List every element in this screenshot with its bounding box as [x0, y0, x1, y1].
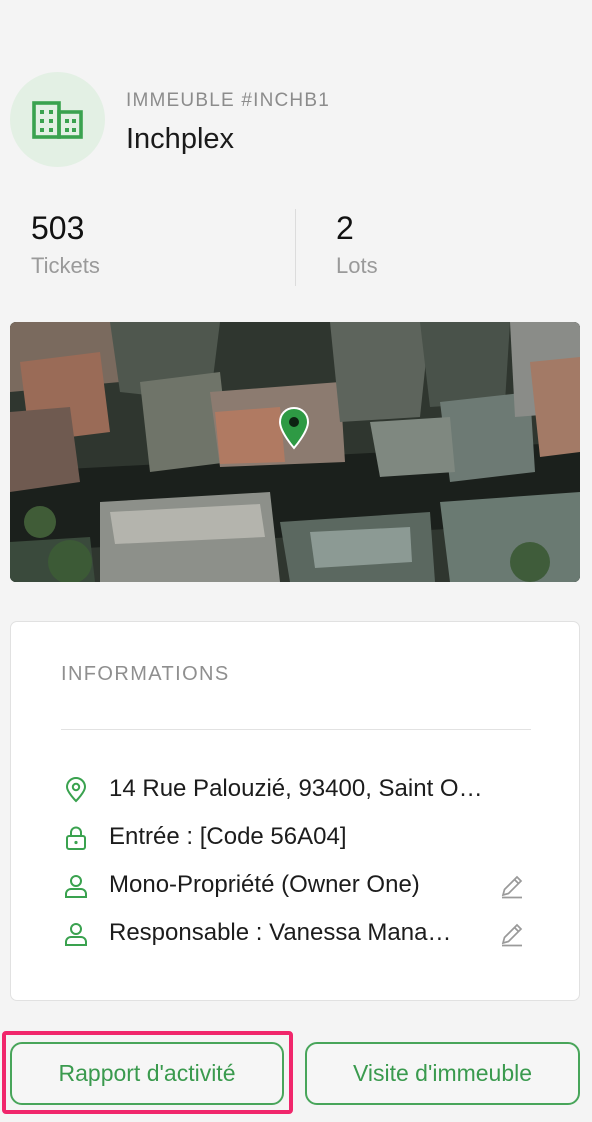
stat-tickets[interactable]: 503 Tickets — [31, 205, 100, 281]
address-text: 14 Rue Palouzié, 93400, Saint Ouen — [109, 775, 489, 802]
building-stats: 503 Tickets 2 Lots — [0, 205, 592, 286]
pencil-icon[interactable] — [499, 921, 525, 947]
building-icon — [31, 100, 83, 139]
divider — [61, 729, 531, 730]
building-avatar — [10, 72, 105, 167]
building-visit-button[interactable]: Visite d'immeuble — [305, 1042, 580, 1105]
stat-divider — [295, 209, 296, 286]
manager-text: Responsable : Vanessa Mana… — [109, 919, 452, 946]
building-name: Inchplex — [126, 123, 235, 155]
informations-card: INFORMATIONS 14 Rue Palouzié, 93400, Sai… — [10, 621, 580, 1001]
location-icon — [65, 777, 87, 803]
entrance-code-text: Entrée : [Code 56A04] — [109, 823, 347, 850]
lock-icon — [66, 826, 86, 850]
owner-text: Mono-Propriété (Owner One) — [109, 871, 420, 898]
stat-lots-label: Lots — [336, 253, 378, 278]
building-header: IMMEUBLE #INCHB1 Inchplex — [10, 72, 582, 168]
activity-report-button[interactable]: Rapport d'activité — [10, 1042, 284, 1105]
map-pin-icon[interactable] — [278, 406, 310, 450]
info-row-address: 14 Rue Palouzié, 93400, Saint Ouen — [61, 773, 541, 807]
info-row-owner: Mono-Propriété (Owner One) — [61, 869, 541, 903]
informations-title: INFORMATIONS — [61, 663, 230, 685]
info-row-manager: Responsable : Vanessa Mana… — [61, 917, 541, 951]
building-reference: IMMEUBLE #INCHB1 — [126, 90, 330, 111]
stat-tickets-value: 503 — [31, 210, 85, 246]
stat-tickets-label: Tickets — [31, 253, 100, 278]
satellite-map[interactable] — [10, 322, 580, 582]
satellite-imagery — [10, 322, 580, 582]
pencil-icon[interactable] — [499, 873, 525, 899]
user-icon — [65, 923, 87, 946]
stat-lots[interactable]: 2 Lots — [336, 205, 378, 281]
info-row-entrance: Entrée : [Code 56A04] — [61, 821, 541, 855]
stat-lots-value: 2 — [336, 210, 354, 246]
user-icon — [65, 875, 87, 898]
